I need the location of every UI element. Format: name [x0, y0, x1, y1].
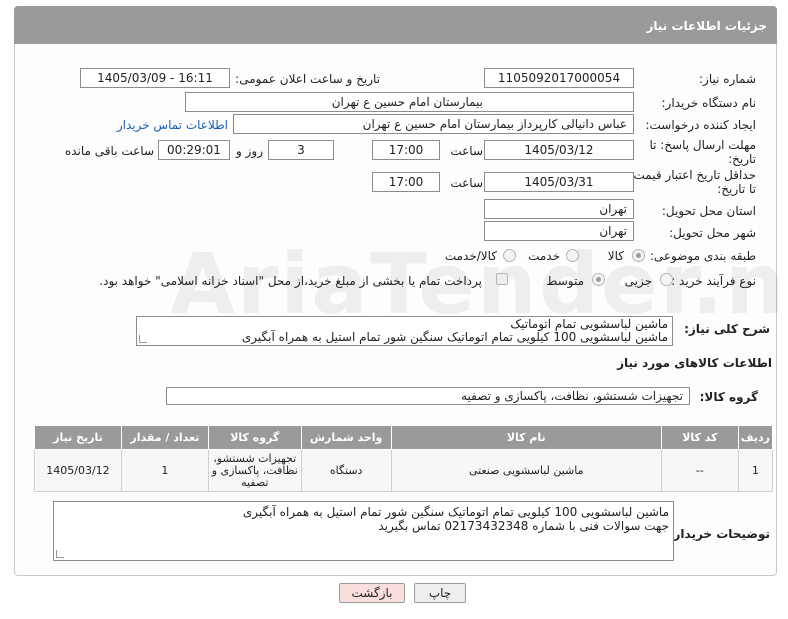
category-option-goods: کالا — [607, 249, 624, 263]
description-line-2: ماشین لباسشویی 100 کیلویی تمام اتوماتیک … — [241, 330, 668, 344]
category-label: طبقه بندی موضوعی: — [649, 249, 756, 263]
cell-unit: دستگاه — [300, 449, 392, 492]
back-button[interactable]: بازگشت — [339, 583, 405, 603]
price-time-label: ساعت — [450, 176, 483, 190]
goods-table-header: ردیف کد کالا نام کالا واحد شمارش گروه کا… — [34, 425, 774, 450]
reply-time-field: 17:00 — [372, 140, 440, 160]
cell-name: ماشین لباسشویی صنعتی — [390, 449, 662, 492]
cell-qty: 1 — [120, 449, 209, 492]
category-radio-service[interactable] — [566, 249, 579, 262]
remaining-time-field: 00:29:01 — [158, 140, 230, 160]
reply-deadline-label-2: تاریخ: — [728, 152, 756, 166]
cell-date: 1405/03/12 — [34, 449, 122, 492]
col-name: نام کالا — [390, 425, 662, 450]
buyer-notes-line-2: جهت سوالات فنی با شماره 02173432348 تماس… — [378, 519, 669, 533]
category-radio-goods[interactable] — [632, 249, 645, 262]
description-textarea[interactable]: ماشین لباسشویی تمام اتوماتیک ماشین لباسش… — [136, 316, 673, 346]
buyer-notes-line-1: ماشین لباسشویی 100 کیلویی تمام اتوماتیک … — [242, 505, 669, 519]
page-title: جزئیات اطلاعات نیاز — [646, 19, 767, 33]
treasury-checkbox[interactable] — [496, 273, 508, 285]
need-number-field: 1105092017000054 — [484, 68, 634, 88]
buyer-org-label: نام دستگاه خریدار: — [661, 96, 757, 110]
province-label: استان محل تحویل: — [661, 204, 756, 218]
table-row: 1 -- ماشین لباسشویی صنعتی دستگاه تجهیزات… — [34, 449, 774, 492]
resize-grip-icon[interactable] — [56, 550, 64, 558]
col-code: کد کالا — [660, 425, 739, 450]
days-field: 3 — [268, 140, 334, 160]
province-field: تهران — [484, 199, 634, 219]
buyer-notes-label: توضیحات خریدار: — [668, 527, 770, 541]
cell-row: 1 — [737, 449, 774, 492]
print-button[interactable]: چاپ — [414, 583, 466, 603]
payment-note: پرداخت تمام یا بخشی از مبلغ خرید،از محل … — [99, 274, 482, 288]
process-radio-minor[interactable] — [660, 273, 673, 286]
price-validity-label-2: تا تاریخ: — [717, 182, 756, 196]
panel-header: جزئیات اطلاعات نیاز — [14, 6, 777, 44]
reply-date-field: 1405/03/12 — [484, 140, 634, 160]
process-label: نوع فرآیند خرید : — [671, 274, 756, 288]
resize-grip-icon[interactable] — [139, 335, 147, 343]
process-option-medium: متوسط — [546, 274, 584, 288]
remaining-label: ساعت باقی مانده — [64, 144, 154, 158]
col-unit: واحد شمارش — [300, 425, 392, 450]
col-group: گروه کالا — [207, 425, 302, 450]
reply-deadline-label: مهلت ارسال پاسخ: تا — [649, 138, 756, 152]
goods-section-title: اطلاعات کالاهای مورد نیاز — [617, 356, 772, 370]
price-time-field: 17:00 — [372, 172, 440, 192]
city-field: تهران — [484, 221, 634, 241]
goods-group-label: گروه کالا: — [699, 390, 758, 404]
price-date-field: 1405/03/31 — [484, 172, 634, 192]
col-date: تاریخ نیاز — [34, 425, 122, 450]
description-label: شرح کلی نیاز: — [684, 322, 770, 336]
creator-label: ایجاد کننده درخواست: — [645, 118, 756, 132]
goods-group-field: تجهیزات شستشو، نظافت، پاکسازی و تصفیه — [166, 387, 690, 405]
days-label: روز و — [236, 144, 263, 158]
announce-date-field: 1405/03/09 - 16:11 — [80, 68, 230, 88]
buyer-org-field: بیمارستان امام حسین ع تهران — [185, 92, 634, 112]
goods-table: ردیف کد کالا نام کالا واحد شمارش گروه کا… — [34, 425, 774, 492]
announce-label: تاریخ و ساعت اعلان عمومی: — [235, 72, 380, 86]
cell-code: -- — [660, 449, 739, 492]
process-option-minor: جزیی — [624, 274, 652, 288]
buyer-contact-link[interactable]: اطلاعات تماس خریدار — [117, 118, 228, 132]
category-option-service: خدمت — [528, 249, 560, 263]
creator-field: عباس دانیالی کارپرداز بیمارستان امام حسی… — [233, 114, 634, 134]
buyer-notes-textarea[interactable]: ماشین لباسشویی 100 کیلویی تمام اتوماتیک … — [53, 501, 674, 561]
category-radio-goods-service[interactable] — [503, 249, 516, 262]
cell-group: تجهیزات شستشو، نظافت، پاکسازی و تصفیه — [207, 449, 302, 492]
reply-time-label: ساعت — [450, 144, 483, 158]
price-validity-label: حداقل تاریخ اعتبار قیمت: — [629, 168, 756, 182]
category-option-goods-service: کالا/خدمت — [444, 249, 497, 263]
col-row: ردیف — [737, 425, 774, 450]
need-number-label: شماره نیاز: — [699, 72, 756, 86]
col-qty: تعداد / مقدار — [120, 425, 209, 450]
city-label: شهر محل تحویل: — [669, 226, 756, 240]
process-radio-medium[interactable] — [592, 273, 605, 286]
